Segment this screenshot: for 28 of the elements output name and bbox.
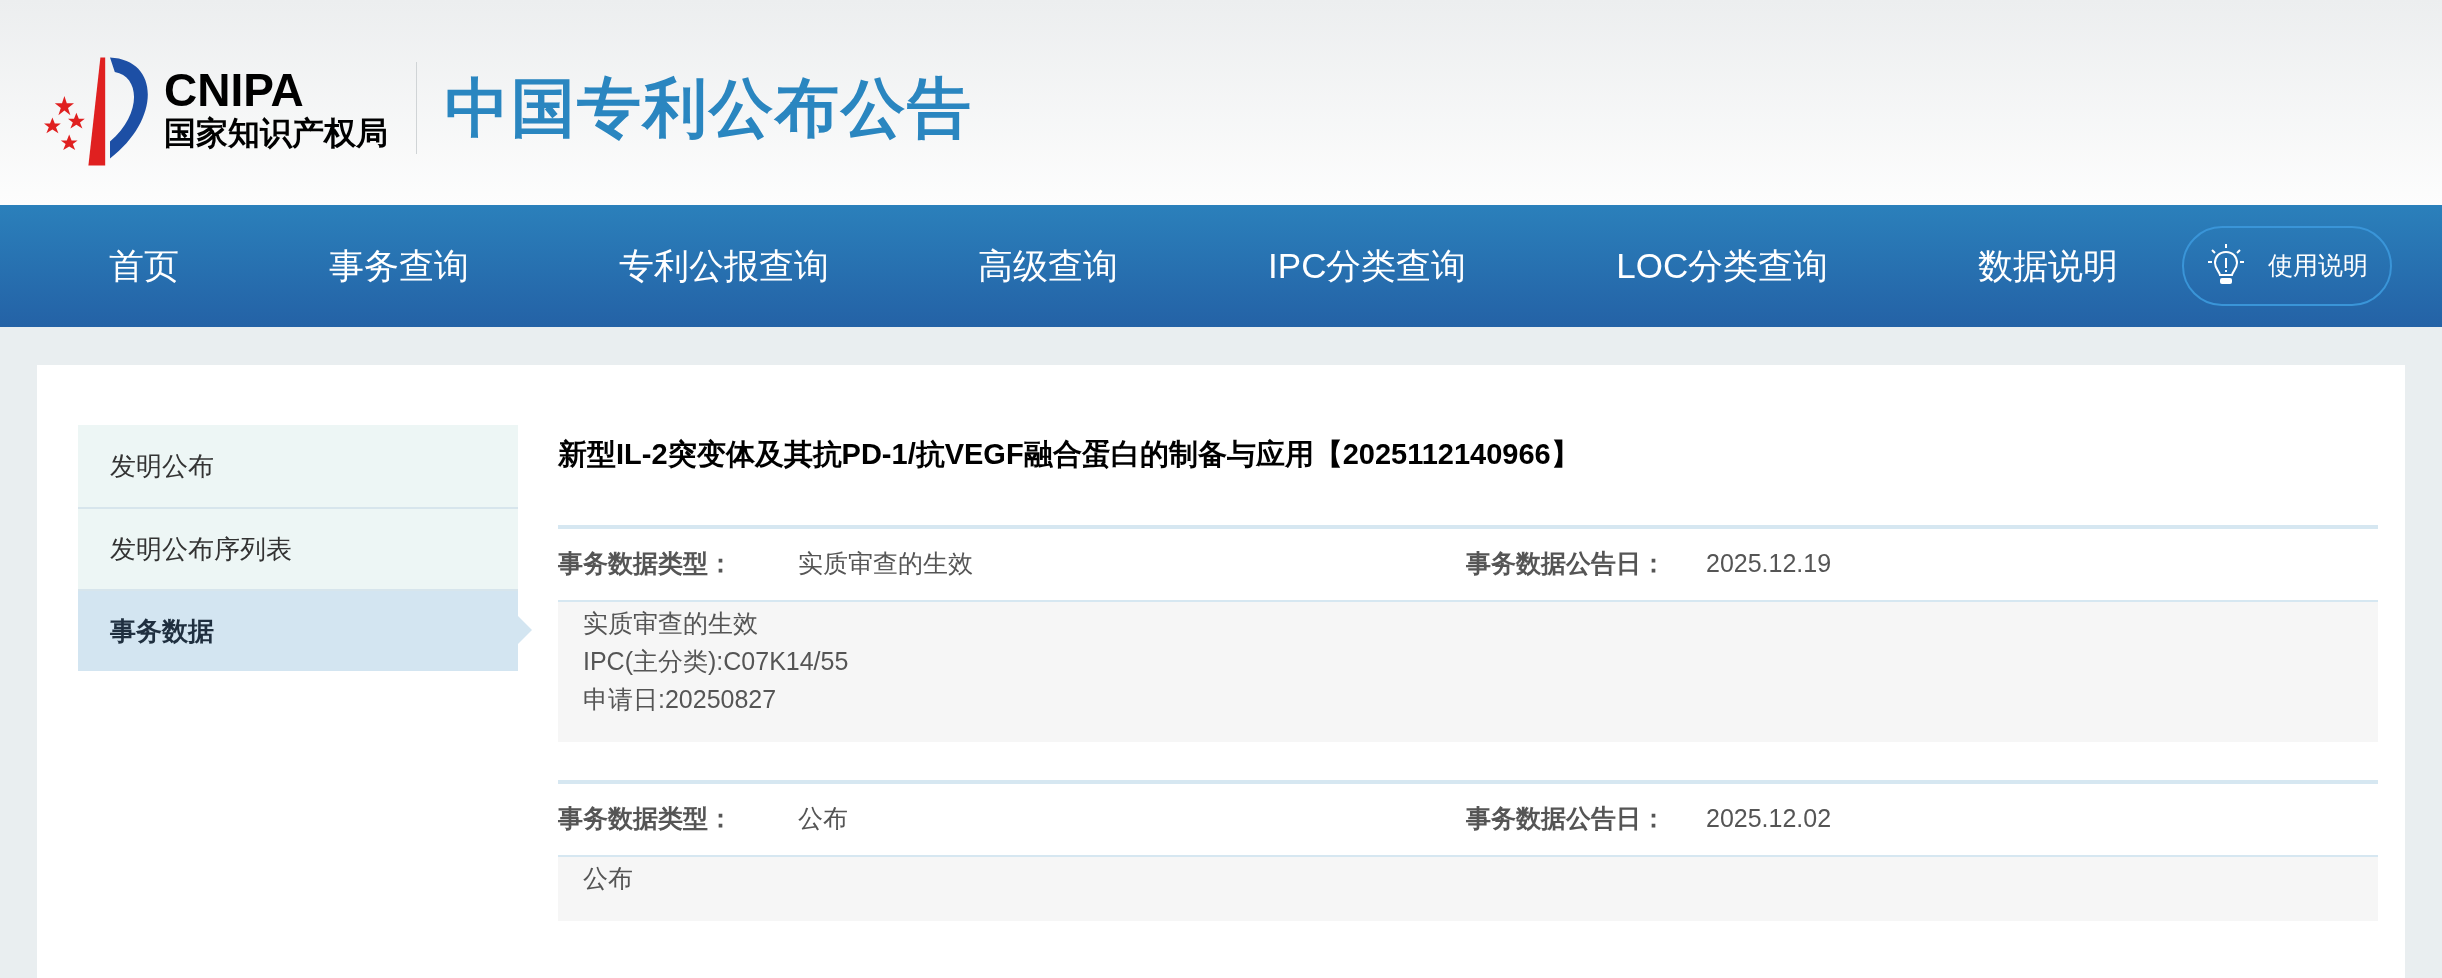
logo-abbreviation: CNIPA [164,66,305,113]
nav-link[interactable]: 高级查询 [974,233,1123,299]
sidebar-item[interactable]: 发明公布序列表 [78,507,518,589]
field-label: 事务数据公告日： [1466,803,1667,835]
detail-line: 实质审查的生效 [583,607,759,639]
field-value: 2025.12.02 [1706,803,1832,835]
field-value: 公布 [798,803,849,835]
detail-line: 公布 [583,862,634,894]
sidebar-item[interactable]: 发明公布 [78,425,518,507]
field-label: 事务数据类型： [558,548,734,580]
sidebar-item[interactable]: 事务数据 [78,589,518,671]
field-label: 事务数据公告日： [1466,548,1667,580]
nav-link[interactable]: IPC分类查询 [1264,233,1471,299]
detail-line: IPC(主分类):C07K14/55 [583,645,850,677]
detail-line: 申请日:20250827 [583,683,778,715]
nav-link[interactable]: 首页 [105,233,183,299]
help-button[interactable]: 使用说明 [2182,226,2392,306]
field-label: 事务数据类型： [558,803,734,835]
nav-link[interactable]: LOC分类查询 [1612,233,1833,299]
field-value: 2025.12.19 [1706,548,1832,580]
patent-title: 新型IL-2突变体及其抗PD-1/抗VEGF融合蛋白的制备与应用【2025112140966】 [558,437,1581,472]
field-value: 实质审查的生效 [798,548,974,580]
nav-link[interactable]: 数据说明 [1973,233,2122,299]
logo-name: 国家知识产权局 [164,116,388,149]
pointer-arrow-icon [518,616,532,644]
nav-link[interactable]: 专利公报查询 [614,233,833,299]
site-title: 中国专利公布公告 [445,70,973,146]
nav-link[interactable]: 事务查询 [324,233,473,299]
